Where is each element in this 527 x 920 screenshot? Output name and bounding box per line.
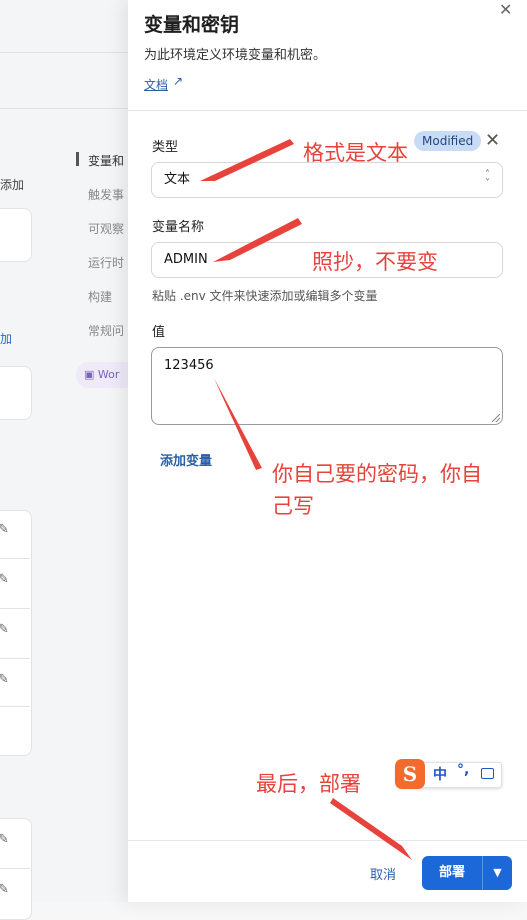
annotation-arrow [330, 798, 412, 860]
annotation-copy: 照抄，不要变 [312, 250, 438, 274]
annotation-arrow [213, 218, 302, 262]
annotation-format: 格式是文本 [303, 141, 408, 165]
ime-toolbar[interactable]: S 中 °, [395, 759, 502, 789]
annotation-password-2: 己写 [272, 494, 314, 518]
annotation-deploy: 最后，部署 [256, 772, 361, 796]
sogou-logo-icon[interactable]: S [395, 759, 425, 789]
annotation-arrow [214, 378, 262, 470]
annotation-password-1: 你自己要的密码，你自 [272, 462, 482, 486]
annotation-arrow [200, 139, 294, 181]
ime-mode[interactable]: 中 [433, 764, 447, 784]
ime-punctuation[interactable]: °, [457, 762, 469, 778]
keyboard-icon[interactable] [481, 768, 494, 779]
